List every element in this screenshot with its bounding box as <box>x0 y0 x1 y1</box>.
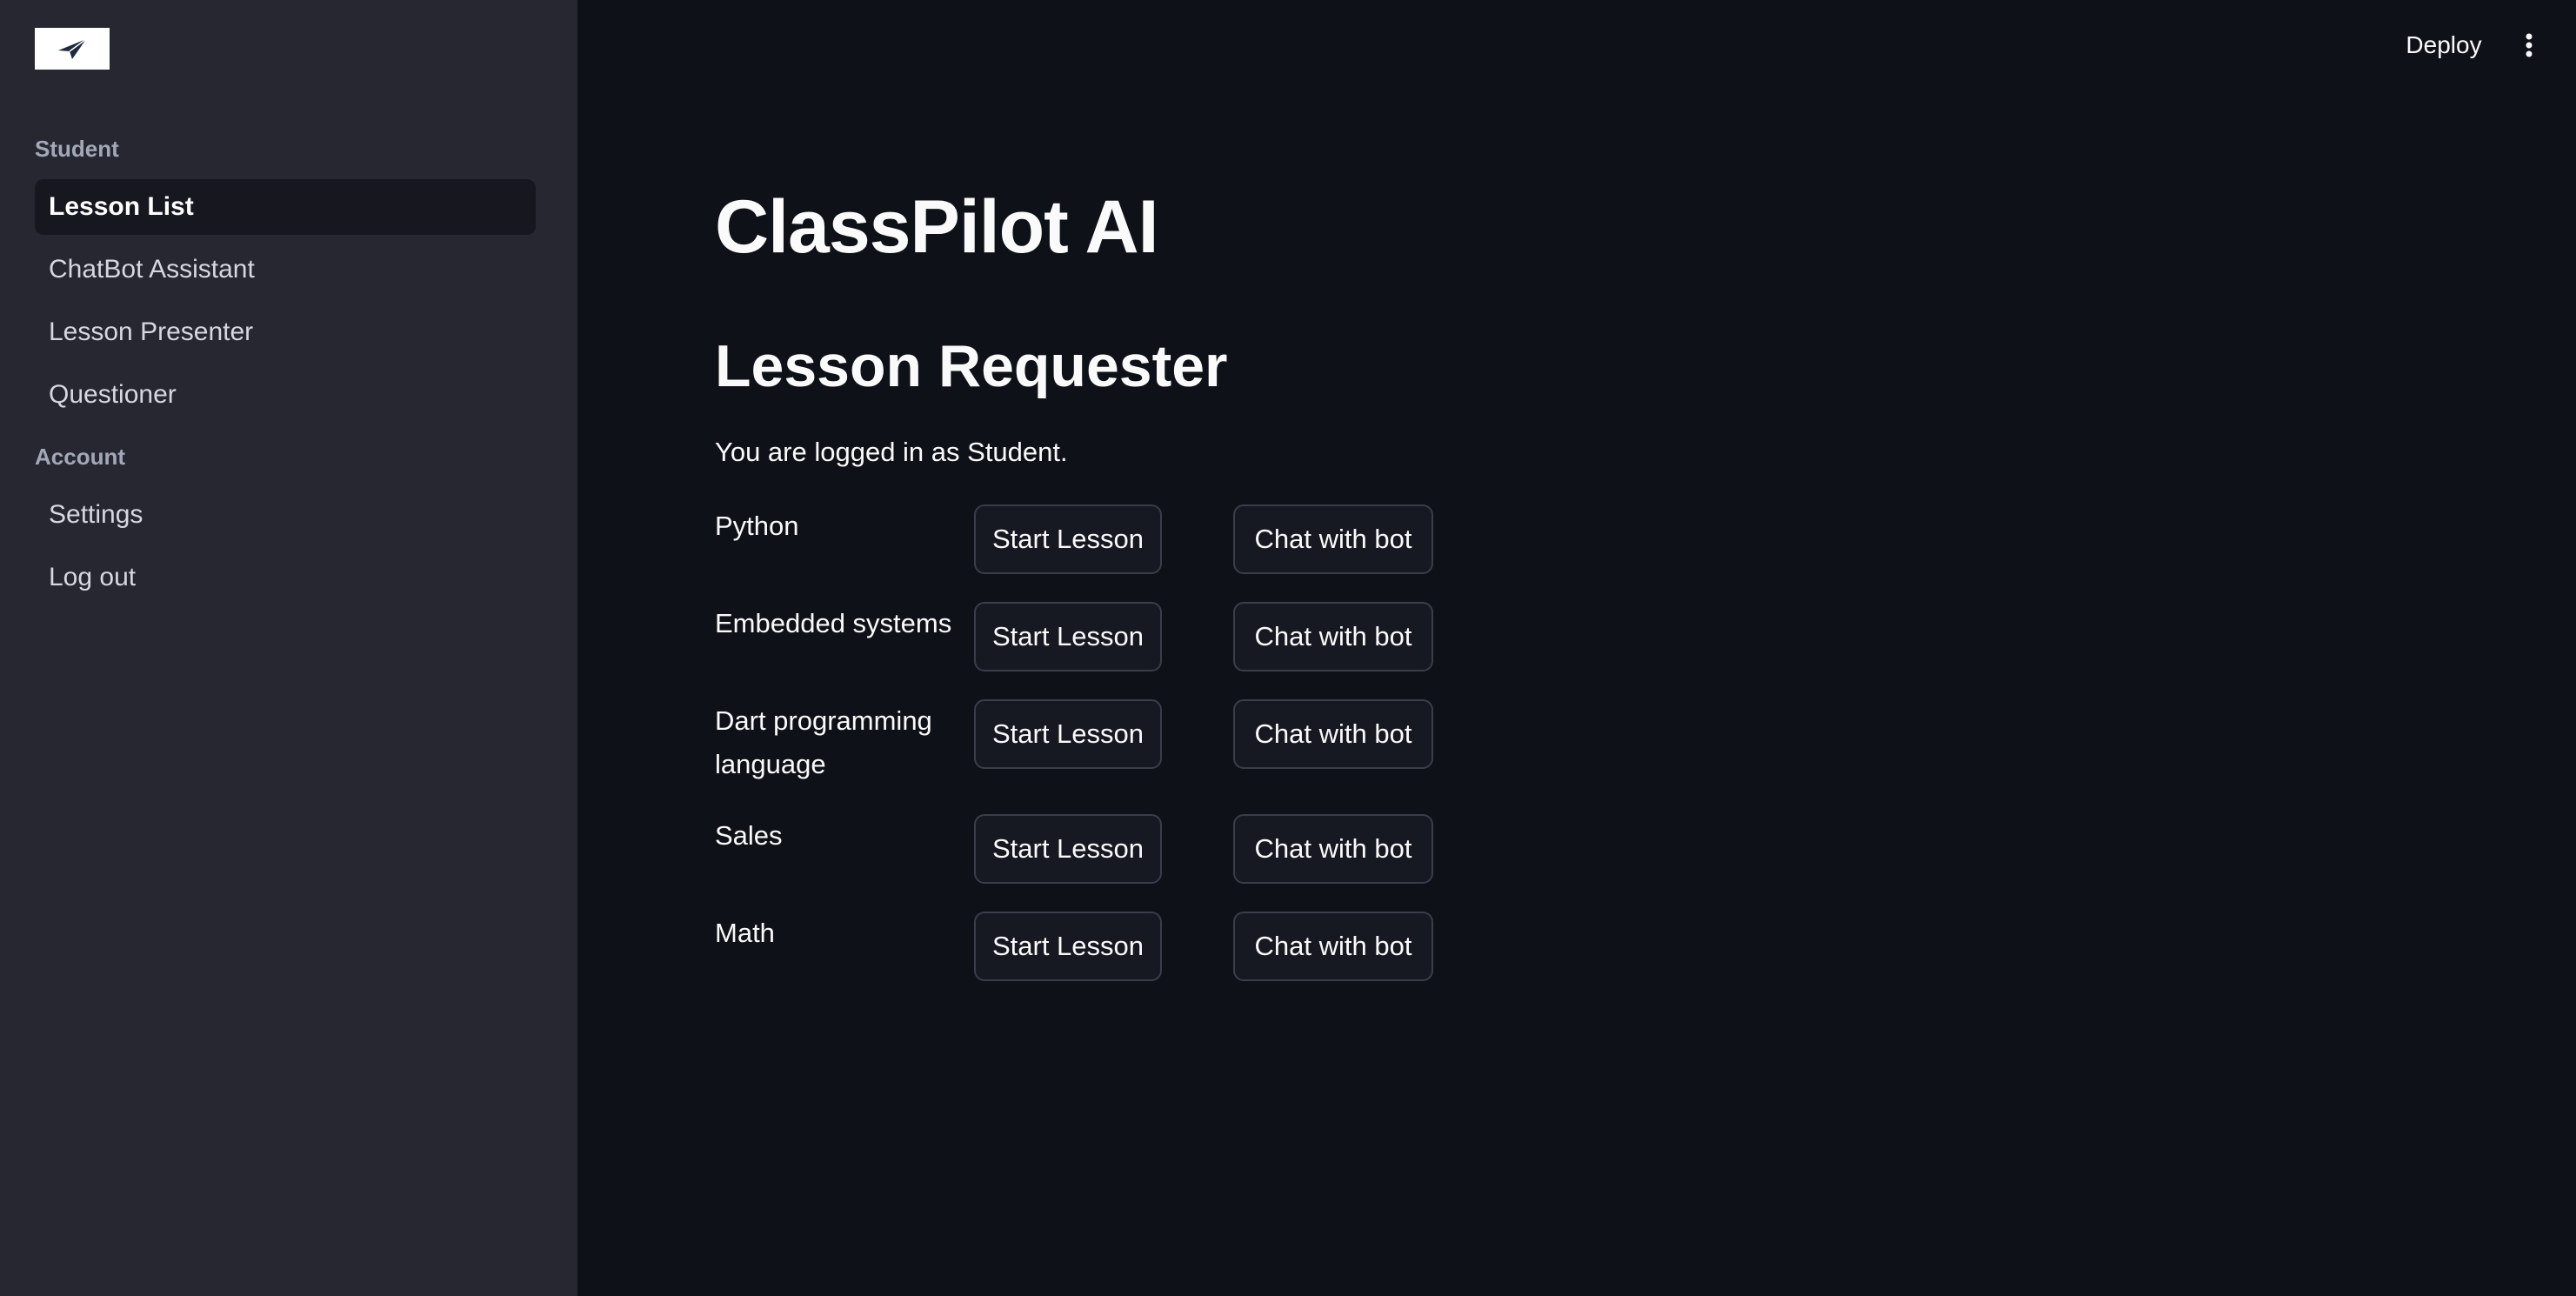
start-lesson-button[interactable]: Start Lesson <box>974 602 1162 671</box>
chat-with-bot-button[interactable]: Chat with bot <box>1233 699 1433 769</box>
sidebar-item-lesson-list[interactable]: Lesson List <box>35 179 536 235</box>
lesson-name: Embedded systems <box>715 608 952 638</box>
sidebar-item-settings[interactable]: Settings <box>35 487 536 543</box>
chat-with-bot-button[interactable]: Chat with bot <box>1233 814 1433 884</box>
start-lesson-button[interactable]: Start Lesson <box>974 814 1162 884</box>
chat-with-bot-button[interactable]: Chat with bot <box>1233 504 1433 574</box>
sidebar-item-lesson-presenter[interactable]: Lesson Presenter <box>35 304 536 360</box>
sidebar: Student Lesson List ChatBot Assistant Le… <box>0 0 577 1296</box>
deploy-button[interactable]: Deploy <box>2392 26 2496 64</box>
sidebar-item-log-out[interactable]: Log out <box>35 550 536 605</box>
login-status-text: You are logged in as Student. <box>715 437 1068 467</box>
page-subtitle: Lesson Requester <box>715 333 1228 399</box>
lesson-name: Math <box>715 918 775 948</box>
chat-with-bot-button[interactable]: Chat with bot <box>1233 602 1433 671</box>
paper-plane-icon <box>58 38 87 59</box>
sidebar-item-chatbot-assistant[interactable]: ChatBot Assistant <box>35 242 536 297</box>
lesson-name: Python <box>715 511 799 541</box>
app-logo[interactable] <box>35 28 110 70</box>
sidebar-section-student: Student <box>35 136 119 162</box>
app-root: Student Lesson List ChatBot Assistant Le… <box>0 0 2576 1296</box>
sidebar-item-questioner[interactable]: Questioner <box>35 367 536 423</box>
chat-with-bot-button[interactable]: Chat with bot <box>1233 912 1433 981</box>
kebab-menu-icon[interactable] <box>2512 26 2546 64</box>
start-lesson-button[interactable]: Start Lesson <box>974 912 1162 981</box>
lesson-name: Sales <box>715 820 783 851</box>
lesson-name: Dart programming language <box>715 705 932 779</box>
start-lesson-button[interactable]: Start Lesson <box>974 699 1162 769</box>
page-title: ClassPilot AI <box>715 185 1159 269</box>
sidebar-section-account: Account <box>35 444 125 470</box>
start-lesson-button[interactable]: Start Lesson <box>974 504 1162 574</box>
